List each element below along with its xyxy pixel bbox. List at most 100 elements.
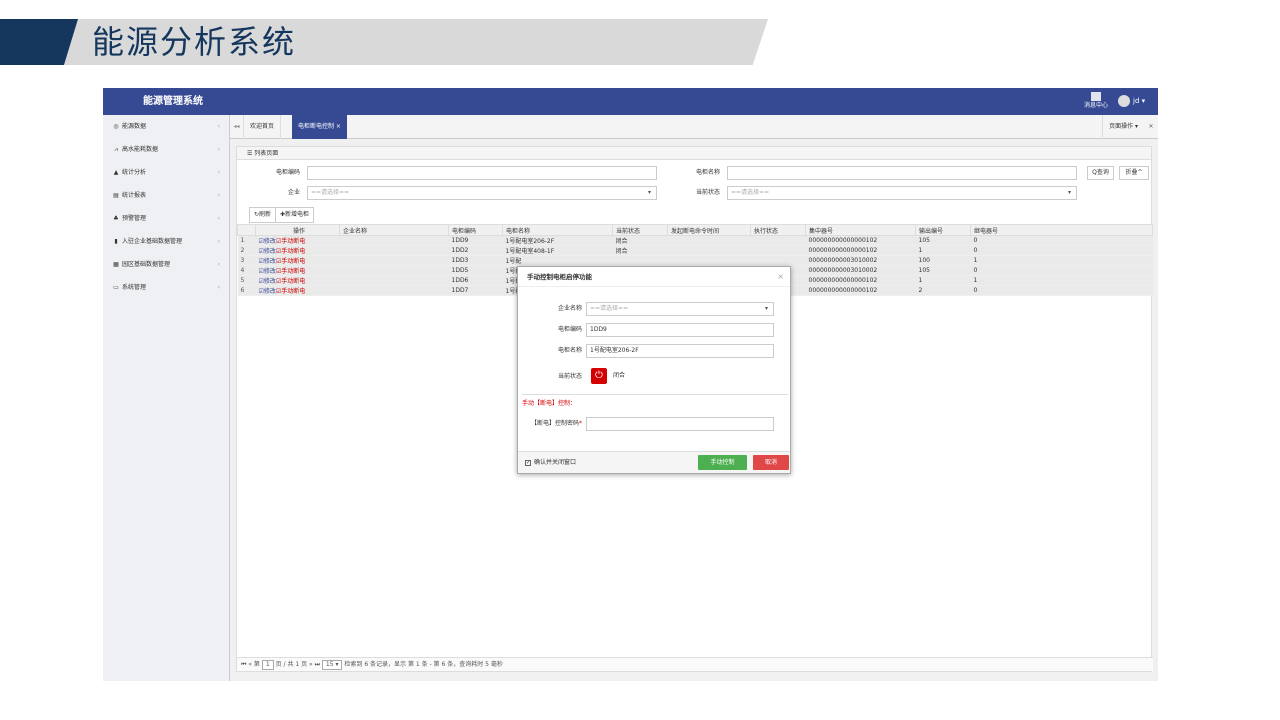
sidebar-item-reports[interactable]: ▤ 统计报表 ‹ [103, 184, 229, 207]
table-row[interactable]: 3 ☑修改☑手动断电 1DD3 1号配 000000000003010002 1… [237, 255, 1153, 266]
cell-exec [750, 255, 806, 266]
fullscreen-icon[interactable]: ✕ [1144, 115, 1158, 139]
cabinet-code-input[interactable] [307, 166, 657, 180]
chart-icon: ▲ [113, 169, 119, 176]
cabinet-name-input[interactable] [727, 166, 1077, 180]
column-header-time[interactable]: 发起断电命令时间 [667, 224, 751, 236]
next-page-icon[interactable]: » [309, 661, 313, 668]
cell-relay: 0 [970, 235, 1153, 246]
cell-relay: 1 [970, 255, 1153, 266]
column-header-operation: 操作 [255, 224, 340, 236]
dashboard-icon: ◎ [113, 123, 119, 130]
cell-output: 100 [915, 255, 971, 266]
cell-code: 1DD2 [448, 245, 503, 256]
edit-link[interactable]: ☑修改 [259, 278, 276, 285]
caret-down-icon: ▾ [647, 189, 651, 196]
table-row[interactable]: 2 ☑修改☑手动断电 1DD2 1号配电室408-1F 闭合 000000000… [237, 245, 1153, 256]
collapse-button[interactable]: 折叠^ [1119, 166, 1149, 180]
page-suffix: 页 / 共 1 页 [275, 661, 308, 668]
cell-name: 1号配 [502, 255, 613, 266]
sidebar-item-energy-data[interactable]: ◎ 能源数据 ‹ [103, 115, 229, 138]
sidebar-item-high-consumption[interactable]: ⩘ 高水能耗数据 ‹ [103, 138, 229, 161]
tab-home[interactable]: 欢迎首页 [244, 115, 282, 139]
edit-link[interactable]: ☑修改 [259, 238, 276, 245]
last-page-icon[interactable]: ⏭ [315, 661, 320, 668]
sidebar-item-enterprise-data[interactable]: ▮ 入驻企业基础数据管理 ‹ [103, 230, 229, 253]
tab-cabinet-control[interactable]: 电柜断电控制 × [292, 115, 347, 139]
query-button[interactable]: Q查询 [1087, 166, 1114, 180]
cell-exec [750, 235, 806, 246]
state-select[interactable]: ==请选择== ▾ [727, 186, 1077, 200]
dialog-name-input[interactable]: 1号配电室206-2F [586, 344, 774, 358]
cell-time [667, 255, 751, 266]
cell-state: 闭合 [612, 235, 668, 246]
dialog-company-select[interactable]: ==请选择== ▾ [586, 302, 774, 316]
cell-code: 1DD3 [448, 255, 503, 266]
user-menu[interactable]: jd ▾ [1118, 95, 1145, 107]
manual-control-button[interactable]: 手动控制 [698, 455, 747, 470]
cell-relay: 0 [970, 265, 1153, 276]
message-center-button[interactable]: 消息中心 [1081, 92, 1111, 110]
column-header-relay[interactable]: 继电器号 [970, 224, 1153, 236]
chevron-left-icon: ‹ [217, 123, 220, 130]
edit-link[interactable]: ☑修改 [259, 288, 276, 295]
tab-scroll-left-button[interactable]: ◂◂ [230, 115, 244, 139]
page-size-select[interactable]: 15 ▾ [321, 660, 343, 670]
edit-link[interactable]: ☑修改 [259, 248, 276, 255]
list-title: ☰ 列表页面 [237, 147, 1151, 160]
chevron-left-icon: ‹ [217, 238, 220, 245]
company-select[interactable]: ==请选择== ▾ [307, 186, 657, 200]
manual-cutoff-link[interactable]: ☑手动断电 [276, 258, 305, 265]
chevron-left-icon: ‹ [217, 192, 220, 199]
cell-time [667, 235, 751, 246]
column-header-code[interactable]: 电柜编码 [448, 224, 503, 236]
sidebar-item-statistics[interactable]: ▲ 统计分析 ‹ [103, 161, 229, 184]
row-index: 6 [237, 285, 256, 296]
column-header-company[interactable]: 企业名称 [339, 224, 449, 236]
cell-company [339, 275, 449, 286]
column-header-output[interactable]: 输出编号 [915, 224, 971, 236]
row-actions: ☑修改☑手动断电 [255, 265, 340, 276]
dialog-password-input[interactable] [586, 417, 774, 431]
manual-cutoff-link[interactable]: ☑手动断电 [276, 288, 305, 295]
manual-cutoff-link[interactable]: ☑手动断电 [276, 268, 305, 275]
cell-concentrator: 000000000000000102 [805, 285, 916, 296]
user-name: jd ▾ [1133, 97, 1146, 105]
table-row[interactable]: 1 ☑修改☑手动断电 1DD9 1号配电室206-2F 闭合 000000000… [237, 235, 1153, 246]
cell-output: 1 [915, 275, 971, 286]
sidebar-item-alerts[interactable]: ♣ 预警管理 ‹ [103, 207, 229, 230]
add-cabinet-button[interactable]: ✚新增电柜 [275, 207, 315, 223]
prev-page-icon[interactable]: « [248, 661, 252, 668]
first-page-icon[interactable]: ⏮ [241, 661, 246, 668]
confirm-close-checkbox[interactable]: ✓ 确认并关闭窗口 [525, 452, 576, 474]
company-label: 企业 [287, 189, 300, 196]
column-header-index [237, 224, 256, 236]
dialog-state-label: 当前状态 [557, 373, 582, 380]
column-header-name[interactable]: 电柜名称 [502, 224, 613, 236]
cell-code: 1DD9 [448, 235, 503, 246]
sidebar-item-system[interactable]: ▭ 系统管理 ‹ [103, 276, 229, 299]
column-header-state[interactable]: 当前状态 [612, 224, 668, 236]
cabinet-code-label: 电柜编码 [275, 169, 300, 176]
power-icon[interactable]: ⏻ [591, 368, 607, 384]
cancel-button[interactable]: 取消 [753, 455, 789, 470]
manual-cutoff-link[interactable]: ☑手动断电 [276, 238, 305, 245]
column-header-exec[interactable]: 执行状态 [750, 224, 806, 236]
dialog-code-input[interactable]: 1DD9 [586, 323, 774, 337]
cutoff-hint: 手动【断电】控制： [522, 400, 577, 407]
page-number-input[interactable]: 1 [261, 660, 274, 670]
close-icon[interactable]: × [777, 267, 784, 287]
page-operations-dropdown[interactable]: 页面操作 ▾ [1102, 115, 1144, 139]
dialog-footer: ✓ 确认并关闭窗口 手动控制 取消 [518, 451, 790, 473]
edit-link[interactable]: ☑修改 [259, 258, 276, 265]
bell-icon: ♣ [113, 215, 119, 222]
sidebar-item-park-data[interactable]: ▦ 园区基础数据管理 ‹ [103, 253, 229, 276]
manual-cutoff-link[interactable]: ☑手动断电 [276, 248, 305, 255]
manual-cutoff-link[interactable]: ☑手动断电 [276, 278, 305, 285]
column-header-concentrator[interactable]: 集中器号 [805, 224, 916, 236]
refresh-button[interactable]: ↻刷新 [249, 207, 277, 223]
grid-toolbar: ↻刷新 ✚新增电柜 [249, 207, 315, 223]
edit-link[interactable]: ☑修改 [259, 268, 276, 275]
row-index: 3 [237, 255, 256, 266]
cell-state [612, 255, 668, 266]
